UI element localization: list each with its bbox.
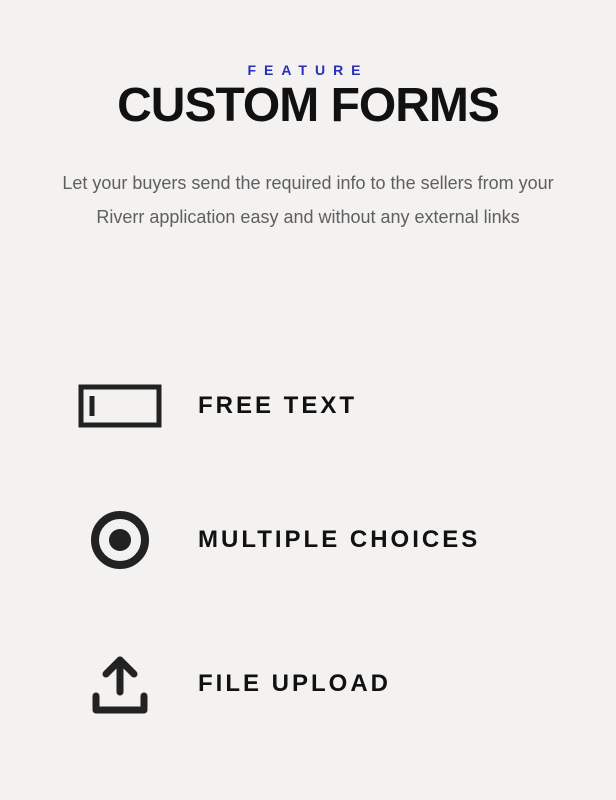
upload-icon	[60, 652, 180, 716]
page: FEATURE CUSTOM FORMS Let your buyers sen…	[0, 0, 616, 716]
eyebrow-label: FEATURE	[40, 62, 576, 78]
page-title: CUSTOM FORMS	[40, 82, 576, 130]
feature-list: FREE TEXT MULTIPLE CHOICES FILE UPLOAD	[40, 384, 576, 716]
feature-label: FILE UPLOAD	[198, 670, 391, 698]
radio-button-icon	[60, 510, 180, 570]
feature-file-upload: FILE UPLOAD	[60, 652, 576, 716]
feature-multiple-choices: MULTIPLE CHOICES	[60, 510, 576, 570]
feature-free-text: FREE TEXT	[60, 384, 576, 428]
feature-label: MULTIPLE CHOICES	[198, 526, 480, 554]
text-input-icon	[60, 384, 180, 428]
page-description: Let your buyers send the required info t…	[58, 166, 558, 234]
feature-label: FREE TEXT	[198, 392, 357, 420]
